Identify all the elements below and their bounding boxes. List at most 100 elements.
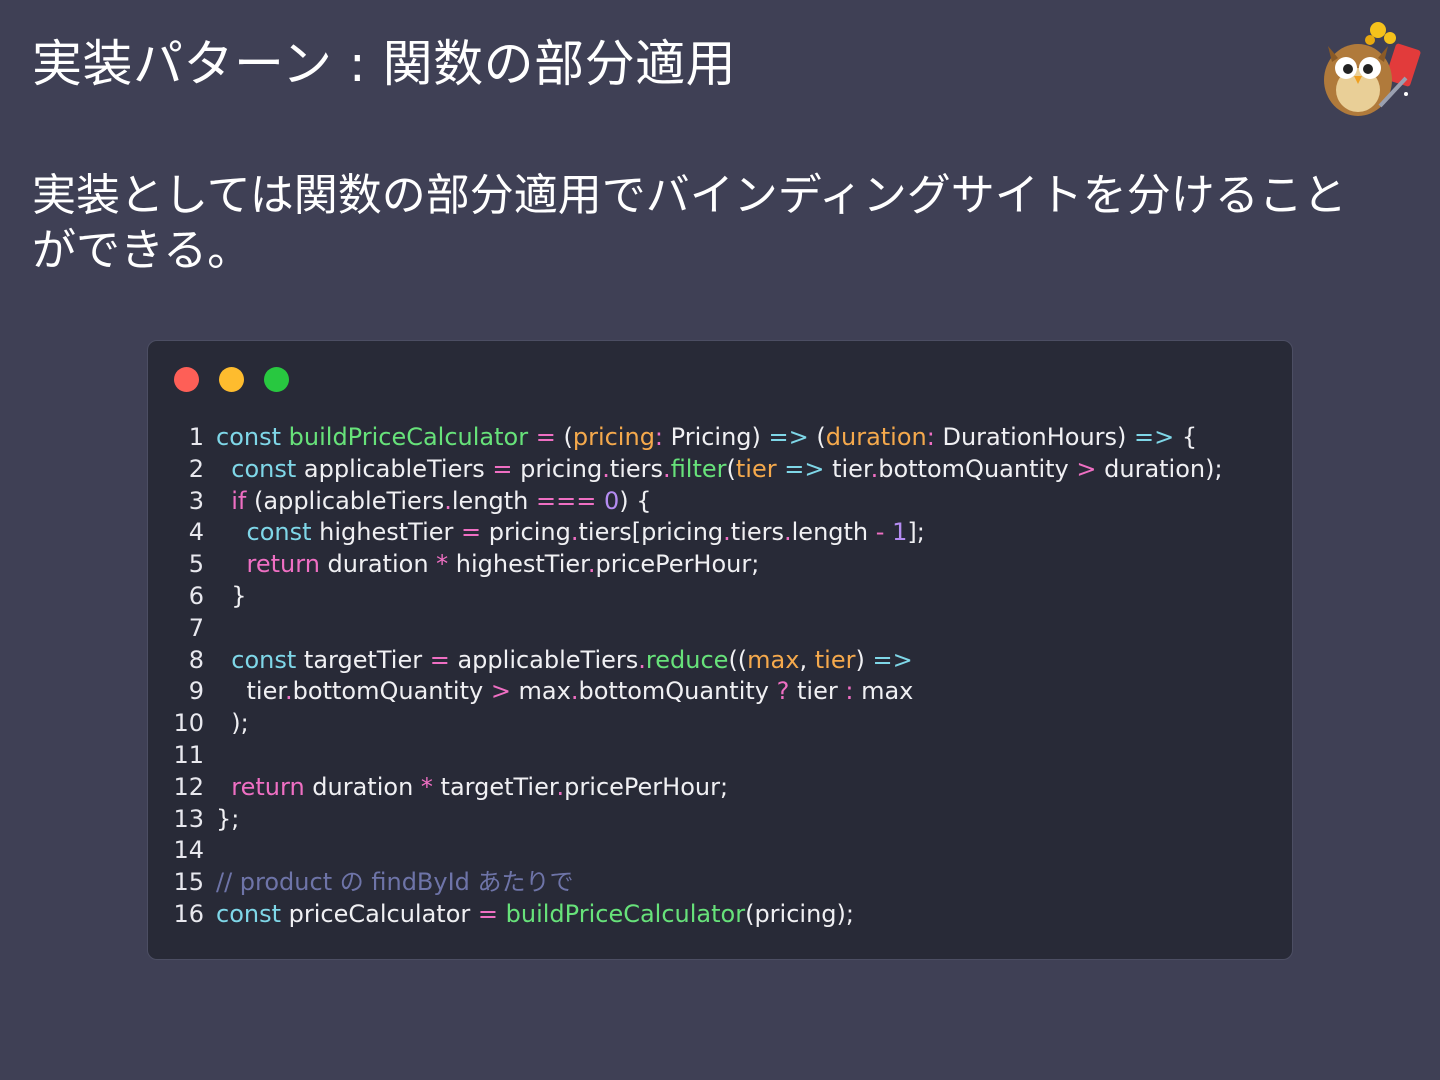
code-text: const buildPriceCalculator = (pricing: P… [216, 422, 1197, 454]
line-number: 16 [173, 899, 204, 928]
code-token: ]; [907, 518, 925, 547]
code-token: pricePerHour; [595, 550, 760, 579]
code-token: return [246, 550, 320, 579]
code-token: > [1076, 454, 1097, 483]
code-token: bottomQuantity [878, 454, 1077, 483]
code-token: tier [814, 645, 856, 674]
code-text: }; [216, 804, 239, 836]
line-number: 4 [188, 518, 204, 547]
code-line: 12 return duration * targetTier.pricePer… [170, 772, 1223, 804]
code-token: === [535, 486, 597, 515]
line-number: 12 [173, 772, 204, 801]
code-text: if (applicableTiers.length === 0) { [216, 486, 652, 518]
line-number: 11 [173, 740, 204, 769]
code-token: Pricing) [663, 423, 769, 451]
code-token: { [1174, 423, 1198, 451]
code-token: ( [726, 454, 736, 483]
code-token: tier [824, 454, 871, 483]
code-token: (pricing); [745, 899, 854, 928]
window-controls [174, 367, 289, 392]
code-token: applicableTiers [449, 645, 639, 674]
code-line: 5 return duration * highestTier.pricePer… [170, 549, 1223, 581]
line-number: 3 [188, 486, 204, 515]
code-token: = [492, 454, 513, 483]
code-token: length [451, 486, 536, 515]
code-token: tiers [730, 518, 784, 547]
code-token: ); [216, 709, 249, 738]
code-line: 8 const targetTier = applicableTiers.red… [170, 645, 1223, 677]
code-token: . [602, 454, 610, 483]
slide-title: 実装パターン : 関数の部分適用 [32, 35, 737, 93]
code-text: const targetTier = applicableTiers.reduc… [216, 645, 912, 677]
line-number: 10 [173, 709, 204, 738]
code-token: length [791, 518, 876, 547]
code-token: 0 [603, 486, 620, 515]
code-line: 6 } [170, 581, 1223, 613]
code-token: pricing [481, 518, 571, 547]
code-token: tier [789, 677, 846, 706]
code-token: }; [216, 804, 240, 833]
code-token: => [784, 454, 825, 483]
code-line: 13}; [170, 804, 1223, 836]
code-text: ); [216, 708, 249, 740]
line-number: 14 [173, 836, 204, 865]
code-token: . [638, 645, 646, 674]
line-number: 9 [188, 677, 204, 706]
line-number: 5 [188, 550, 204, 579]
minimize-dot-icon [219, 367, 244, 392]
code-token: . [444, 486, 452, 515]
code-token: duration [825, 423, 927, 451]
slide-body-text: 実装としては関数の部分適用でバインディングサイトを分けることができる。 [32, 170, 1347, 276]
code-token: => [1134, 423, 1175, 451]
code-token: max [747, 645, 800, 674]
code-token: filter [670, 454, 727, 483]
code-token: return [231, 772, 305, 801]
code-token: bottomQuantity [292, 677, 491, 706]
code-token: buildPriceCalculator [288, 423, 529, 451]
code-text: return duration * highestTier.pricePerHo… [216, 549, 760, 581]
code-token: reduce [645, 645, 729, 674]
code-text: tier.bottomQuantity > max.bottomQuantity… [216, 676, 914, 708]
code-token: (( [728, 645, 748, 674]
code-token: ? [776, 677, 790, 706]
code-token: const [246, 518, 312, 547]
code-token: * [436, 550, 449, 579]
line-number: 13 [173, 804, 204, 833]
line-number: 8 [188, 645, 204, 674]
code-token: = [535, 423, 556, 451]
code-line: 9 tier.bottomQuantity > max.bottomQuanti… [170, 676, 1223, 708]
code-token: // product の findById あたりで [216, 868, 574, 897]
code-token: pricing [512, 454, 603, 483]
code-text: const highestTier = pricing.tiers[pricin… [216, 517, 925, 549]
code-token: ) { [619, 486, 652, 515]
code-line: 16 const priceCalculator = buildPriceCalc… [170, 899, 1223, 931]
code-token: 1 [892, 518, 908, 547]
code-token: (applicableTiers [246, 486, 445, 515]
code-token: : [654, 423, 664, 451]
code-token: tiers [609, 454, 664, 483]
code-text: return duration * targetTier.pricePerHou… [216, 772, 728, 804]
code-text: const applicableTiers = pricing.tiers.fi… [216, 454, 1222, 486]
code-token: DurationHours) [934, 423, 1135, 451]
code-line: 11 [170, 740, 1223, 772]
code-text: // product の findById あたりで [216, 867, 574, 899]
code-token: . [723, 518, 731, 547]
code-text: const priceCalculator = buildPriceCalcul… [216, 899, 854, 931]
code-line: 4 const highestTier = pricing.tiers[pric… [170, 517, 1223, 549]
line-number: 2 [188, 454, 204, 483]
code-token: const [216, 899, 282, 928]
code-token: = [461, 518, 482, 547]
code-token: tiers[pricing [578, 518, 724, 547]
code-block: 1 const buildPriceCalculator = (pricing: … [170, 422, 1223, 931]
code-line: 15 // product の findById あたりで [170, 867, 1223, 899]
line-number: 1 [188, 423, 204, 451]
code-token: if [231, 486, 247, 515]
code-token: bottomQuantity [578, 677, 777, 706]
line-number: 7 [188, 613, 204, 642]
code-text: } [216, 581, 246, 613]
code-token: max [853, 677, 914, 706]
